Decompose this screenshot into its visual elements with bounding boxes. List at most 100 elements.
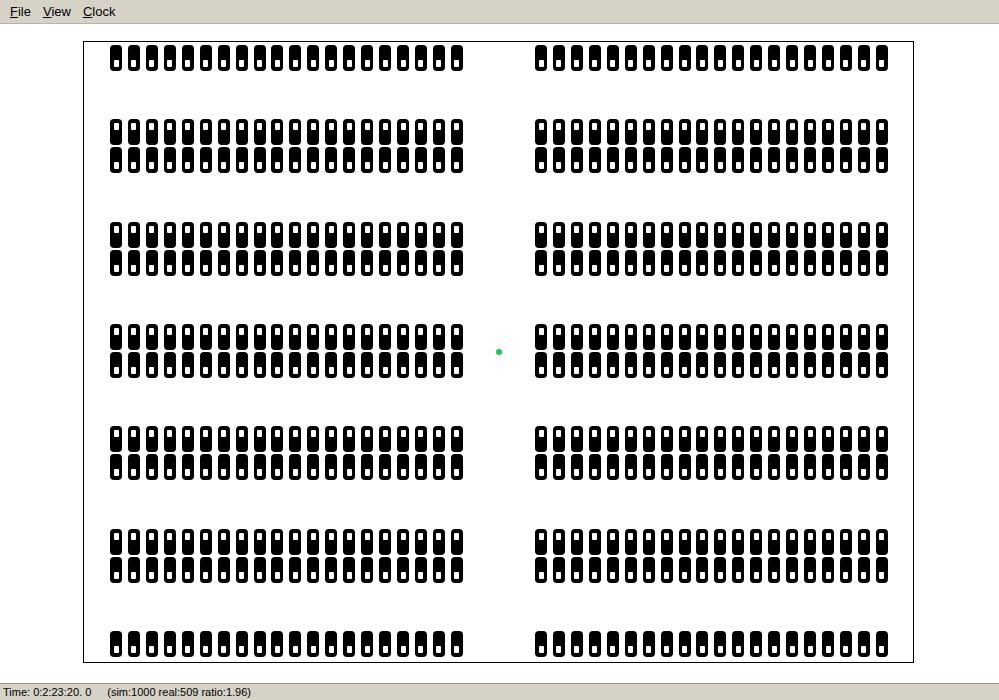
car xyxy=(397,250,409,276)
car xyxy=(786,529,798,555)
car xyxy=(182,222,194,248)
car xyxy=(571,45,583,71)
car xyxy=(768,631,780,657)
car xyxy=(768,352,780,378)
car xyxy=(397,45,409,71)
car xyxy=(876,631,888,657)
car xyxy=(182,454,194,480)
car xyxy=(146,529,158,555)
car xyxy=(804,426,816,452)
car xyxy=(361,45,373,71)
car xyxy=(535,119,547,145)
car xyxy=(643,222,655,248)
car xyxy=(415,557,427,583)
car xyxy=(786,352,798,378)
car xyxy=(415,147,427,173)
car xyxy=(679,454,691,480)
car xyxy=(607,119,619,145)
car xyxy=(535,631,547,657)
car xyxy=(397,426,409,452)
car xyxy=(732,454,744,480)
parking-row-group xyxy=(535,631,888,657)
car xyxy=(661,426,673,452)
car xyxy=(289,119,301,145)
car xyxy=(397,454,409,480)
car xyxy=(553,529,565,555)
car xyxy=(146,454,158,480)
car xyxy=(589,557,601,583)
car xyxy=(361,222,373,248)
car xyxy=(607,45,619,71)
simulation-canvas[interactable] xyxy=(83,41,914,663)
car xyxy=(146,45,158,71)
car xyxy=(307,250,319,276)
car xyxy=(571,352,583,378)
car xyxy=(200,119,212,145)
car xyxy=(164,250,176,276)
car xyxy=(535,454,547,480)
simulation-area xyxy=(0,24,999,683)
parking-row xyxy=(535,119,888,145)
car xyxy=(379,45,391,71)
car xyxy=(110,529,122,555)
car xyxy=(714,222,726,248)
car xyxy=(679,529,691,555)
parking-row xyxy=(535,426,888,452)
car xyxy=(714,119,726,145)
car xyxy=(571,426,583,452)
car xyxy=(289,147,301,173)
car xyxy=(128,119,140,145)
car xyxy=(236,631,248,657)
car xyxy=(535,529,547,555)
car xyxy=(379,222,391,248)
car xyxy=(271,250,283,276)
car xyxy=(840,119,852,145)
menu-item[interactable]: Clock xyxy=(78,0,121,24)
car xyxy=(254,352,266,378)
car xyxy=(361,454,373,480)
car xyxy=(750,45,762,71)
car xyxy=(379,324,391,350)
car xyxy=(553,324,565,350)
car xyxy=(858,454,870,480)
car xyxy=(696,529,708,555)
car xyxy=(182,529,194,555)
car xyxy=(289,529,301,555)
car xyxy=(876,324,888,350)
car xyxy=(822,352,834,378)
car xyxy=(128,147,140,173)
car xyxy=(236,529,248,555)
parking-row xyxy=(110,631,463,657)
car xyxy=(804,454,816,480)
car xyxy=(433,426,445,452)
car xyxy=(254,454,266,480)
car xyxy=(146,250,158,276)
parking-row xyxy=(535,250,888,276)
car xyxy=(271,426,283,452)
car xyxy=(200,557,212,583)
menu-item[interactable]: View xyxy=(38,0,76,24)
car xyxy=(110,119,122,145)
car xyxy=(164,426,176,452)
car xyxy=(289,352,301,378)
parking-row-group xyxy=(110,324,463,378)
car xyxy=(768,529,780,555)
menu-item[interactable]: File xyxy=(5,0,36,24)
car xyxy=(433,45,445,71)
car xyxy=(218,222,230,248)
car xyxy=(625,324,637,350)
parking-row-group xyxy=(535,222,888,276)
car xyxy=(607,529,619,555)
car xyxy=(361,119,373,145)
car xyxy=(661,119,673,145)
car xyxy=(451,529,463,555)
sim-time: Time: 0:2:23:20. 0 xyxy=(3,684,91,700)
car xyxy=(535,222,547,248)
car xyxy=(535,557,547,583)
car xyxy=(361,324,373,350)
car xyxy=(325,557,337,583)
car xyxy=(589,324,601,350)
car xyxy=(750,426,762,452)
car xyxy=(146,557,158,583)
car xyxy=(415,352,427,378)
